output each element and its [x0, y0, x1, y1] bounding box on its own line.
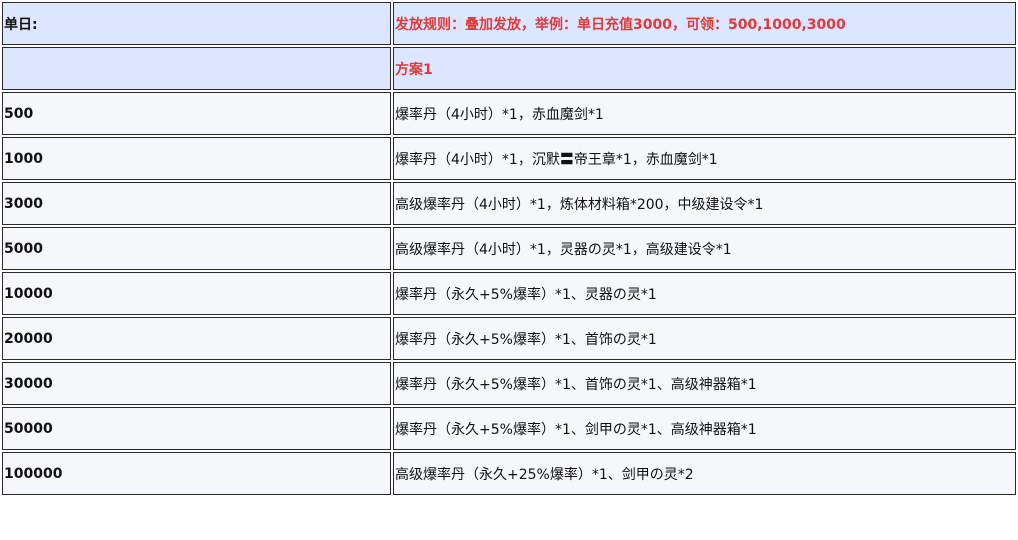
header-row-plan: 方案1 [2, 47, 1016, 90]
reward-cell: 爆率丹（永久+5%爆率）*1、首饰の灵*1 [393, 317, 1016, 360]
table-row: 30000 爆率丹（永久+5%爆率）*1、首饰の灵*1、高级神器箱*1 [2, 362, 1016, 405]
reward-cell: 爆率丹（永久+5%爆率）*1、剑甲の灵*1、高级神器箱*1 [393, 407, 1016, 450]
table-row: 100000 高级爆率丹（永久+25%爆率）*1、剑甲の灵*2 [2, 452, 1016, 495]
header-row-rule: 单日: 发放规则：叠加发放，举例：单日充值3000，可领：500,1000,30… [2, 2, 1016, 45]
recharge-amount: 10000 [2, 272, 391, 315]
table-row: 20000 爆率丹（永久+5%爆率）*1、首饰の灵*1 [2, 317, 1016, 360]
recharge-amount: 100000 [2, 452, 391, 495]
recharge-amount: 20000 [2, 317, 391, 360]
reward-cell: 爆率丹（永久+5%爆率）*1、首饰の灵*1、高级神器箱*1 [393, 362, 1016, 405]
reward-cell: 高级爆率丹（永久+25%爆率）*1、剑甲の灵*2 [393, 452, 1016, 495]
blank-header-cell [2, 47, 391, 90]
table-row: 500 爆率丹（4小时）*1，赤血魔剑*1 [2, 92, 1016, 135]
recharge-amount: 1000 [2, 137, 391, 180]
recharge-amount: 3000 [2, 182, 391, 225]
reward-cell: 高级爆率丹（4小时）*1，灵器の灵*1，高级建设令*1 [393, 227, 1016, 270]
table-row: 1000 爆率丹（4小时）*1，沉默〓帝王章*1，赤血魔剑*1 [2, 137, 1016, 180]
recharge-reward-table: 单日: 发放规则：叠加发放，举例：单日充值3000，可领：500,1000,30… [0, 0, 1018, 497]
recharge-amount: 50000 [2, 407, 391, 450]
reward-cell: 高级爆率丹（4小时）*1，炼体材料箱*200，中级建设令*1 [393, 182, 1016, 225]
table-row: 5000 高级爆率丹（4小时）*1，灵器の灵*1，高级建设令*1 [2, 227, 1016, 270]
distribution-rule: 发放规则：叠加发放，举例：单日充值3000，可领：500,1000,3000 [393, 2, 1016, 45]
recharge-amount: 5000 [2, 227, 391, 270]
reward-cell: 爆率丹（永久+5%爆率）*1、灵器の灵*1 [393, 272, 1016, 315]
recharge-amount: 500 [2, 92, 391, 135]
daily-label: 单日: [2, 2, 391, 45]
table-row: 10000 爆率丹（永久+5%爆率）*1、灵器の灵*1 [2, 272, 1016, 315]
table-row: 50000 爆率丹（永久+5%爆率）*1、剑甲の灵*1、高级神器箱*1 [2, 407, 1016, 450]
reward-cell: 爆率丹（4小时）*1，赤血魔剑*1 [393, 92, 1016, 135]
recharge-amount: 30000 [2, 362, 391, 405]
table-row: 3000 高级爆率丹（4小时）*1，炼体材料箱*200，中级建设令*1 [2, 182, 1016, 225]
plan-label: 方案1 [393, 47, 1016, 90]
reward-cell: 爆率丹（4小时）*1，沉默〓帝王章*1，赤血魔剑*1 [393, 137, 1016, 180]
